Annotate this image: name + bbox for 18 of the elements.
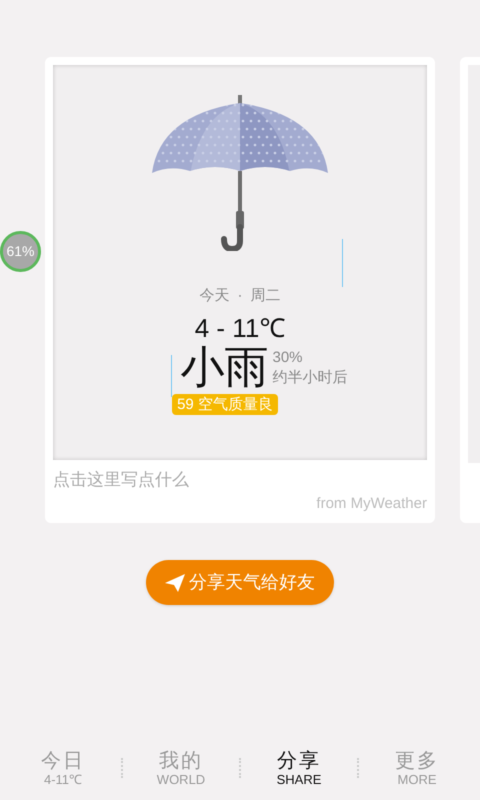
nav-tab[interactable]: 更多 MORE [389,748,445,788]
source-label: from MyWeather [316,494,427,514]
forecast-time: 约半小时后 [272,368,348,388]
nav-tab[interactable]: 今日 4-11℃ [35,748,91,788]
air-quality-badge: 59 空气质量良 [172,394,278,414]
weekday-label: 周二 [250,286,280,306]
weather-condition: 小雨 [180,344,268,392]
battery-badge: 61% [0,231,41,272]
umbrella-icon [150,95,330,251]
separator-dot: · [238,286,242,306]
share-weather-button[interactable]: 分享天气给好友 [146,560,334,605]
nav-tab[interactable]: 分享 SHARE [271,748,327,788]
day-label: 今天 [200,286,230,306]
rain-probability: 30% [272,348,304,368]
note-field[interactable]: 点击这里写点什么 [53,468,427,492]
nav-tab[interactable]: 我的 WORLD [153,748,209,788]
send-icon [165,574,185,592]
temperature-range: 4 - 11℃ [194,312,286,344]
